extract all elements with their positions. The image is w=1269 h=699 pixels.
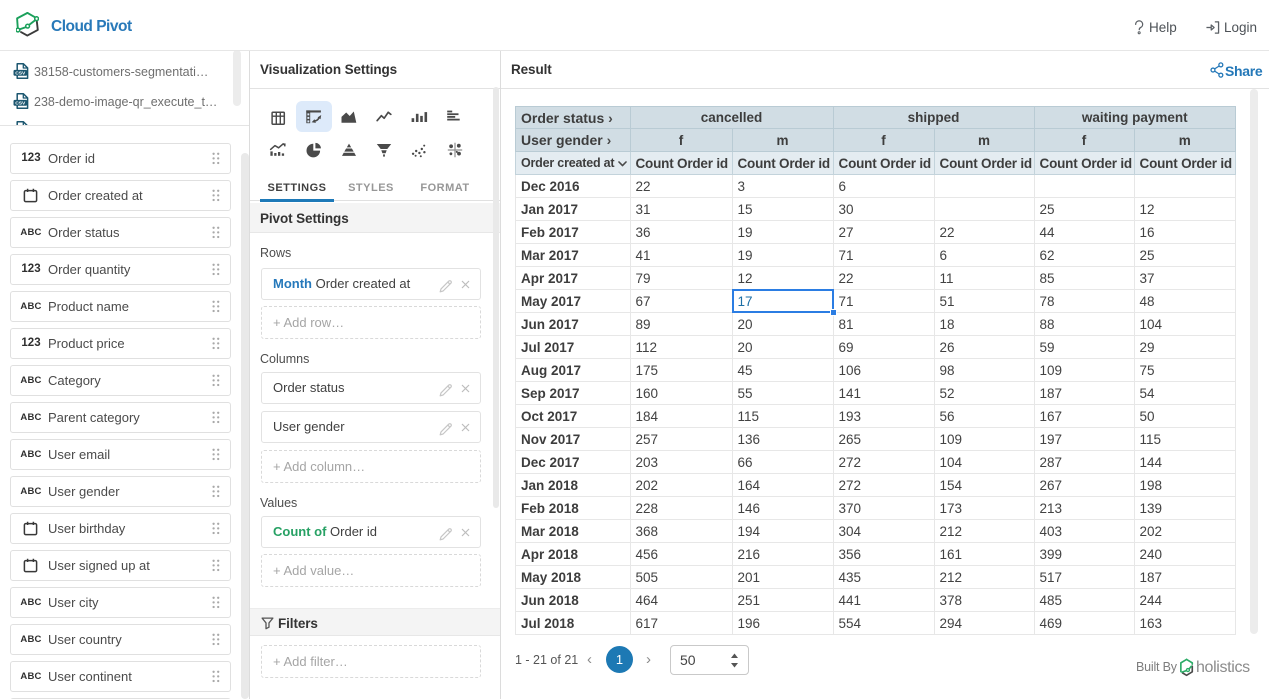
svg-text:CSV: CSV — [15, 71, 26, 77]
svg-text:CSV: CSV — [15, 101, 26, 107]
